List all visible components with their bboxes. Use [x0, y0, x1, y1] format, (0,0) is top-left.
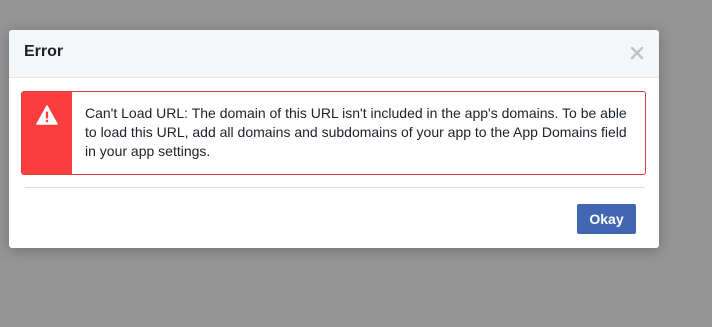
close-button[interactable]	[629, 45, 645, 61]
footer-divider	[25, 187, 645, 188]
error-message: Can't Load URL: The domain of this URL i…	[85, 105, 627, 159]
error-alert-side	[22, 92, 72, 174]
dialog-header: Error	[9, 30, 659, 78]
dialog-title: Error	[24, 43, 64, 60]
error-dialog: Error Can't Load URL: The domain of this…	[9, 30, 659, 248]
warning-icon	[36, 105, 58, 125]
okay-button[interactable]: Okay	[577, 204, 636, 234]
error-alert: Can't Load URL: The domain of this URL i…	[21, 91, 646, 175]
close-icon	[630, 46, 644, 60]
